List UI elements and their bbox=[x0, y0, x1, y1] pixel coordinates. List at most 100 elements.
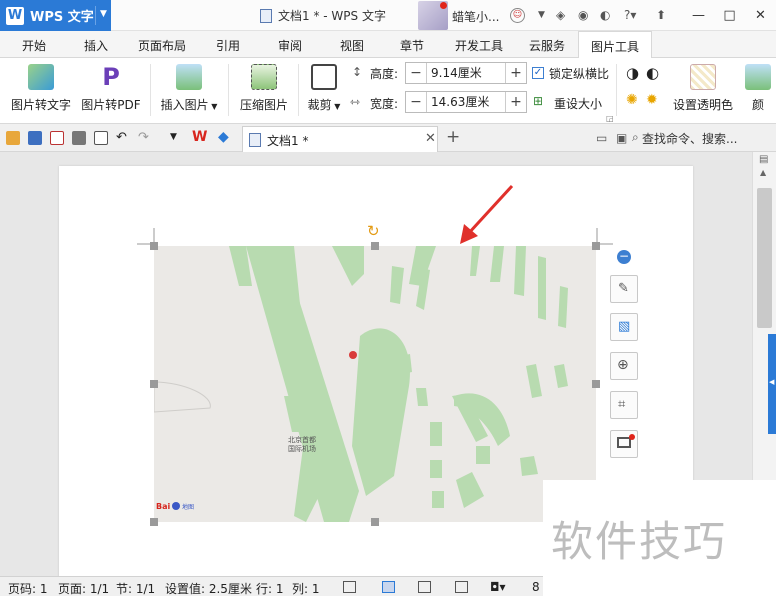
open-icon[interactable] bbox=[6, 131, 20, 145]
zoom-picture-button[interactable]: ⊕ bbox=[610, 352, 638, 380]
tab-review[interactable]: 审阅 bbox=[278, 37, 302, 54]
width-input[interactable]: 14.63厘米 bbox=[426, 92, 506, 112]
status-row: 行: 1 bbox=[256, 582, 284, 596]
user-badge-icon[interactable]: ☺ bbox=[510, 8, 525, 23]
print-icon[interactable] bbox=[72, 131, 86, 145]
size-dialog-launcher-icon[interactable]: ◲ bbox=[606, 114, 614, 123]
focus-mode-icon[interactable] bbox=[343, 581, 356, 593]
document-title: 文档1 * - WPS 文字 bbox=[278, 9, 386, 23]
height-stepper[interactable]: − 9.14厘米 + bbox=[405, 62, 527, 84]
app-menu-dropdown-icon[interactable]: ▼ bbox=[100, 9, 107, 19]
baidu-logo: Bai bbox=[156, 502, 170, 511]
customize-dropdown-icon[interactable]: ▼ bbox=[170, 132, 177, 142]
maximize-button[interactable]: □ bbox=[714, 0, 745, 31]
page-view-icon[interactable] bbox=[382, 581, 395, 593]
app-menu-button[interactable]: W WPS 文字 ▼ bbox=[0, 0, 111, 31]
close-button[interactable]: ✕ bbox=[745, 0, 776, 31]
contrast-icon[interactable]: ◑ bbox=[626, 64, 639, 82]
rotate-handle-icon[interactable]: ↻ bbox=[367, 222, 380, 240]
contrast-down-icon[interactable]: ◐ bbox=[646, 64, 659, 82]
skin-icon[interactable]: ◈ bbox=[556, 8, 565, 22]
cube-icon[interactable]: ◆ bbox=[218, 129, 229, 145]
status-page-num[interactable]: 页码: 1 bbox=[8, 580, 48, 596]
scroll-up-icon[interactable]: ▲ bbox=[760, 168, 766, 177]
reset-size-button[interactable]: 重设大小 bbox=[554, 95, 602, 112]
view-switch-icon[interactable]: ▭ bbox=[596, 131, 607, 145]
tab-home[interactable]: 开始 bbox=[22, 37, 46, 54]
restore-ribbon-icon[interactable]: ⬆ bbox=[656, 8, 666, 22]
tab-references[interactable]: 引用 bbox=[216, 37, 240, 54]
outline-view-icon[interactable] bbox=[418, 581, 431, 593]
lock-ratio-checkbox[interactable]: ✓ bbox=[532, 67, 544, 79]
resize-handle-r[interactable] bbox=[592, 380, 600, 388]
undo-icon[interactable]: ↶ bbox=[116, 130, 127, 145]
wps-w-icon[interactable]: W bbox=[192, 129, 207, 145]
border-button[interactable] bbox=[610, 430, 638, 458]
tab-picture-tools[interactable]: 图片工具 bbox=[578, 31, 653, 59]
map-label-line1: 北京首都 bbox=[288, 435, 316, 444]
insert-picture-button[interactable]: 插入图片 ▼ bbox=[158, 62, 220, 113]
height-increase-button[interactable]: + bbox=[506, 65, 526, 81]
tab-cloud[interactable]: 云服务 bbox=[529, 37, 565, 54]
resize-handle-tl[interactable] bbox=[150, 242, 158, 250]
color-button[interactable]: 颜 bbox=[740, 62, 776, 113]
new-tab-icon[interactable]: + bbox=[446, 127, 460, 147]
scrollbar-split-icon[interactable]: ▤ bbox=[759, 154, 768, 165]
avatar[interactable] bbox=[418, 1, 448, 30]
zoom-in-icon: ⊕ bbox=[617, 357, 629, 373]
pic-to-text-button[interactable]: 图片转文字 bbox=[8, 62, 74, 113]
zoom-level[interactable]: 8 bbox=[532, 580, 540, 594]
close-tab-icon[interactable]: ✕ bbox=[425, 131, 436, 146]
help-icon[interactable]: ?▾ bbox=[624, 8, 636, 22]
crop-button[interactable]: 裁剪 ▼ bbox=[304, 62, 344, 113]
export-pdf-icon[interactable] bbox=[50, 131, 64, 145]
tab-page-layout[interactable]: 页面布局 bbox=[138, 37, 186, 54]
nav-switch-icon[interactable]: ▣ bbox=[616, 131, 627, 145]
resize-handle-b[interactable] bbox=[371, 518, 379, 526]
wrap-text-button[interactable]: ▧ bbox=[610, 313, 638, 341]
width-increase-button[interactable]: + bbox=[506, 94, 526, 110]
tab-developer[interactable]: 开发工具 bbox=[455, 37, 503, 54]
width-stepper[interactable]: − 14.63厘米 + bbox=[405, 91, 527, 113]
brightness-down-icon[interactable]: ✹ bbox=[646, 92, 658, 108]
side-panel-toggle[interactable]: ◀ bbox=[768, 334, 776, 434]
layout-options-button[interactable]: ✎ bbox=[610, 275, 638, 303]
resize-handle-t[interactable] bbox=[371, 242, 379, 250]
tab-chapter[interactable]: 章节 bbox=[400, 37, 424, 54]
compress-picture-button[interactable]: 压缩图片 bbox=[236, 62, 292, 113]
minimize-button[interactable]: — bbox=[683, 0, 714, 31]
tab-view[interactable]: 视图 bbox=[340, 37, 364, 54]
watermark-box: 软件技巧 bbox=[543, 480, 776, 596]
set-transparent-button[interactable]: 设置透明色 bbox=[670, 62, 736, 113]
crop-tool-button[interactable]: ⌗ bbox=[610, 391, 638, 419]
feedback-icon[interactable]: ◉ bbox=[578, 8, 588, 22]
resize-handle-l[interactable] bbox=[150, 380, 158, 388]
resize-handle-bl[interactable] bbox=[150, 518, 158, 526]
search-icon: ⌕ bbox=[632, 130, 639, 144]
save-icon[interactable] bbox=[28, 131, 42, 145]
insert-picture-icon bbox=[176, 64, 202, 90]
map-image[interactable]: 北京首都 国际机场 Bai 地图 bbox=[154, 246, 596, 522]
web-view-icon[interactable] bbox=[455, 581, 468, 593]
resize-handle-tr[interactable] bbox=[592, 242, 600, 250]
ribbon-panel: 图片转文字 P 图片转PDF 插入图片 ▼ 压缩图片 裁剪 ▼ ↕ 高度: − … bbox=[0, 58, 776, 124]
user-name[interactable]: 蜡笔小... bbox=[452, 8, 499, 25]
brightness-up-icon[interactable]: ✺ bbox=[626, 92, 638, 108]
protect-view-icon[interactable]: ◘▾ bbox=[490, 580, 506, 594]
print-preview-icon[interactable] bbox=[94, 131, 108, 145]
scroll-thumb[interactable] bbox=[757, 188, 772, 328]
document-tab[interactable]: 文档1 * ✕ bbox=[242, 126, 438, 152]
user-dropdown-icon[interactable]: ▼ bbox=[538, 10, 545, 20]
height-decrease-button[interactable]: − bbox=[406, 65, 426, 81]
app-name: WPS 文字 bbox=[30, 10, 94, 25]
redo-icon[interactable]: ↷ bbox=[138, 130, 149, 145]
width-decrease-button[interactable]: − bbox=[406, 94, 426, 110]
pic-to-pdf-button[interactable]: P 图片转PDF bbox=[78, 62, 144, 113]
height-input[interactable]: 9.14厘米 bbox=[426, 63, 506, 83]
width-icon: ⇿ bbox=[350, 95, 361, 109]
search-command-input[interactable]: 查找命令、搜索... bbox=[642, 130, 737, 147]
tab-insert[interactable]: 插入 bbox=[84, 37, 108, 54]
share-icon[interactable]: ◐ bbox=[600, 8, 610, 22]
insert-picture-label: 插入图片 bbox=[160, 98, 209, 112]
collapse-tools-icon[interactable]: − bbox=[617, 250, 631, 264]
